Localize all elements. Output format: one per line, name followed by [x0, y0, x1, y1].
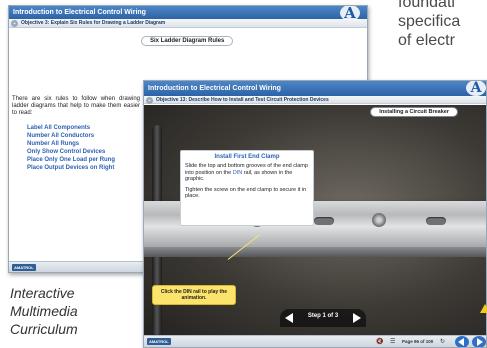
instruction-text: Tighten the screw on the end clamp to se…	[185, 186, 307, 200]
step-label: Step 1 of 3	[307, 313, 339, 319]
din-rail-scene[interactable]: Install First End Clamp Slide the top an…	[144, 105, 486, 337]
mute-icon[interactable]: 🔇	[376, 338, 383, 345]
background-text-line: specifica	[398, 13, 461, 30]
instruction-box: Install First End Clamp Slide the top an…	[180, 150, 314, 226]
refresh-icon[interactable]: ↻	[440, 338, 445, 345]
rule-item[interactable]: Place Output Devices on Right	[27, 164, 115, 172]
window-title: Introduction to Electrical Control Wirin…	[9, 6, 367, 19]
rail-slot	[426, 217, 446, 225]
objective-label: Objective 13: Describe How to Install an…	[156, 97, 329, 103]
window-title: Introduction to Electrical Control Wirin…	[144, 81, 486, 96]
intro-text: There are six rules to follow when drawi…	[12, 96, 140, 116]
product-caption: Interactive Multimedia Curriculum	[10, 284, 78, 338]
caption-line: Interactive	[10, 285, 75, 301]
step-prev-button[interactable]	[285, 313, 293, 323]
background-text-line: of electr	[398, 32, 455, 49]
instruction-title: Install First End Clamp	[214, 154, 280, 160]
rule-item[interactable]: Only Show Control Devices	[27, 148, 115, 156]
objective-bar[interactable]: ⌄ Objective 3: Explain Six Rules for Dra…	[9, 19, 367, 28]
rail-screw	[372, 213, 386, 227]
amatrol-footer-logo: AMATROL	[147, 338, 171, 345]
caption-line: Multimedia	[10, 303, 78, 319]
rule-item[interactable]: Number All Rungs	[27, 140, 115, 148]
background-text: foundati specifica of electr	[398, 0, 487, 50]
din-glossary-link[interactable]: DIN	[233, 170, 242, 176]
circuit-breaker-window: Introduction to Electrical Control Wirin…	[143, 80, 487, 348]
rail-slot	[314, 217, 334, 225]
caption-line: Curriculum	[10, 321, 78, 337]
rule-item[interactable]: Number All Conductors	[27, 132, 115, 140]
step-next-button[interactable]	[353, 313, 361, 323]
instruction-text: Slide the top and bottom grooves of the …	[185, 163, 308, 182]
rule-item[interactable]: Place Only One Load per Rung	[27, 156, 115, 164]
objective-bar[interactable]: ⌄ Objective 13: Describe How to Install …	[144, 96, 486, 104]
chevron-down-icon[interactable]: ⌄	[11, 20, 18, 27]
amatrol-logo-icon: A	[466, 81, 486, 96]
section-title: Six Ladder Diagram Rules	[141, 36, 234, 46]
section-title: Installing a Circuit Breaker	[370, 107, 458, 117]
menu-icon[interactable]: ☰	[390, 338, 395, 345]
next-page-icon[interactable]	[472, 336, 486, 347]
chevron-down-icon[interactable]: ⌄	[146, 97, 153, 104]
footer-bar: AMATROL 🔇 ☰ Page 96 of 100 ↻	[144, 335, 486, 347]
prev-page-icon[interactable]	[455, 336, 469, 347]
din-rail-lower	[144, 247, 486, 257]
objective-label: Objective 3: Explain Six Rules for Drawi…	[21, 20, 166, 26]
step-navigator: Step 1 of 3	[280, 309, 366, 327]
amatrol-footer-logo: AMATROL	[12, 264, 36, 271]
warning-icon	[480, 304, 487, 313]
rule-item[interactable]: Label All Components	[27, 124, 115, 132]
play-animation-callout: Click the DIN rail to play the animation…	[152, 285, 236, 305]
rules-list: Label All Components Number All Conducto…	[27, 124, 115, 172]
background-text-line: foundati	[398, 0, 455, 11]
page-indicator: Page 96 of 100	[402, 339, 434, 344]
